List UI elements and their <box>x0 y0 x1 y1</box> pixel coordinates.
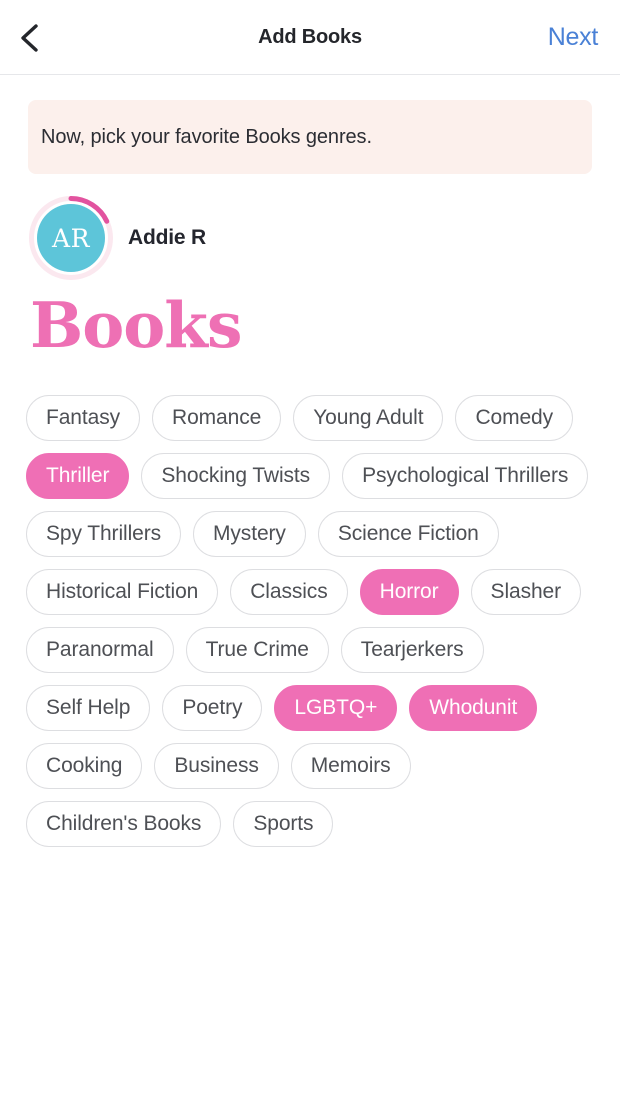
genre-chip-label: LGBTQ+ <box>294 696 378 719</box>
genre-chip[interactable]: Fantasy <box>26 395 140 441</box>
genre-chip-label: Thriller <box>46 464 110 487</box>
genre-chip[interactable]: True Crime <box>185 627 329 673</box>
genre-chip[interactable]: Paranormal <box>26 627 174 673</box>
genre-chip-label: Comedy <box>475 406 554 429</box>
genre-chip-label: Science Fiction <box>337 522 479 545</box>
genre-chip-label: Sports <box>253 812 314 835</box>
genre-chip-label: Classics <box>250 580 328 603</box>
genre-chip[interactable]: Whodunit <box>409 685 538 731</box>
genre-chip-label: Shocking Twists <box>161 464 311 487</box>
genre-chip-label: Spy Thrillers <box>46 522 162 545</box>
genre-chip[interactable]: Tearjerkers <box>340 627 484 673</box>
genre-chip-label: Horror <box>379 580 439 603</box>
genre-chip[interactable]: Memoirs <box>290 743 411 789</box>
genre-chip[interactable]: Classics <box>230 569 348 615</box>
app-header: Add Books Next <box>0 0 620 75</box>
genre-chip-label: Cooking <box>46 754 123 777</box>
instruction-banner-text: Now, pick your favorite Books genres. <box>41 125 372 148</box>
genre-chip-label: Historical Fiction <box>46 580 199 603</box>
genre-chip-label: Paranormal <box>46 638 154 661</box>
genre-chip-label: Whodunit <box>429 696 518 719</box>
genre-chip[interactable]: Shocking Twists <box>141 453 331 499</box>
genre-chip[interactable]: Horror <box>359 569 459 615</box>
genre-chip-label: Young Adult <box>313 406 424 429</box>
genre-chip[interactable]: Comedy <box>455 395 574 441</box>
instruction-banner: Now, pick your favorite Books genres. <box>28 100 592 174</box>
genre-chip-list: Fantasy Romance Young Adult Comedy Thriller S… <box>26 395 594 847</box>
genre-chip-label: Psychological Thrillers <box>362 464 569 487</box>
genre-chip[interactable]: Mystery <box>193 511 306 557</box>
genre-chip[interactable]: Thriller <box>26 453 130 499</box>
genre-chip-label: Mystery <box>213 522 286 545</box>
genre-chip[interactable]: Children's Books <box>26 801 222 847</box>
avatar[interactable]: AR <box>28 195 114 281</box>
genre-chip[interactable]: Romance <box>152 395 282 441</box>
genre-chip-label: True Crime <box>205 638 309 661</box>
genre-chip-label: Memoirs <box>310 754 391 777</box>
genre-chip[interactable]: Psychological Thrillers <box>342 453 589 499</box>
avatar-circle: AR <box>37 204 105 272</box>
genre-chip-label: Self Help <box>46 696 131 719</box>
genre-chip[interactable]: Historical Fiction <box>26 569 219 615</box>
next-button[interactable]: Next <box>548 23 599 52</box>
genre-chip-label: Tearjerkers <box>360 638 464 661</box>
genre-chip-label: Slasher <box>490 580 562 603</box>
genre-chip[interactable]: Spy Thrillers <box>26 511 182 557</box>
genre-chip[interactable]: Slasher <box>470 569 582 615</box>
section-title: Books <box>30 288 242 362</box>
genre-chip[interactable]: Sports <box>233 801 334 847</box>
genre-chip[interactable]: Poetry <box>162 685 263 731</box>
page-title: Add Books <box>258 26 362 48</box>
genre-chip[interactable]: Business <box>154 743 279 789</box>
genre-chip-label: Poetry <box>182 696 243 719</box>
genre-chip[interactable]: Cooking <box>26 743 143 789</box>
genre-chip[interactable]: LGBTQ+ <box>274 685 398 731</box>
genre-chip-label: Business <box>174 754 259 777</box>
genre-chip-label: Children's Books <box>46 812 202 835</box>
user-name: Addie R <box>128 226 206 249</box>
avatar-initials: AR <box>52 223 90 253</box>
genre-chip-label: Fantasy <box>46 406 120 429</box>
genre-chip[interactable]: Self Help <box>26 685 151 731</box>
genre-chip-label: Romance <box>172 406 262 429</box>
user-row: AR Addie R <box>28 190 620 286</box>
genre-chip[interactable]: Science Fiction <box>317 511 499 557</box>
genre-chip[interactable]: Young Adult <box>293 395 444 441</box>
